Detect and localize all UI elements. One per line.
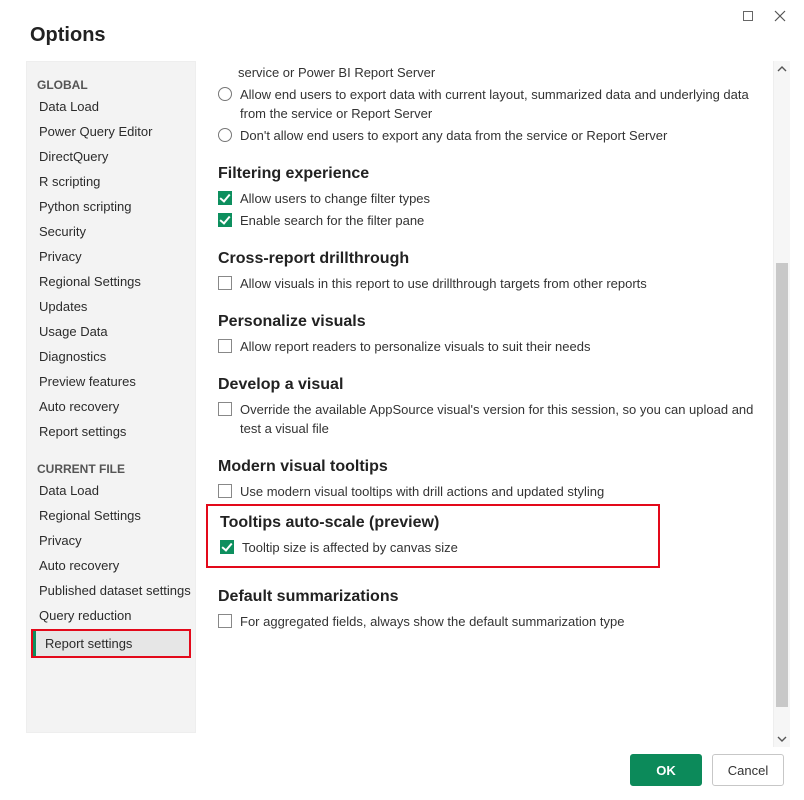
ok-button[interactable]: OK (630, 754, 702, 786)
check-crossreport[interactable]: Allow visuals in this report to use dril… (206, 274, 770, 293)
sidebar-item-data-load[interactable]: Data Load (27, 94, 195, 119)
sidebar-group-global: GLOBAL (27, 70, 195, 94)
check-filter-types[interactable]: Allow users to change filter types (206, 189, 770, 208)
sidebar-item-cf-privacy[interactable]: Privacy (27, 528, 195, 553)
check-develop-label: Override the available AppSource visual'… (240, 400, 770, 438)
sidebar-item-report-settings-global[interactable]: Report settings (27, 419, 195, 444)
sidebar-item-python-scripting[interactable]: Python scripting (27, 194, 195, 219)
sidebar-item-r-scripting[interactable]: R scripting (27, 169, 195, 194)
heading-crossreport: Cross-report drillthrough (218, 250, 770, 268)
highlight-annotation: Tooltips auto-scale (preview) Tooltip si… (206, 504, 660, 568)
options-sidebar: GLOBAL Data Load Power Query Editor Dire… (26, 61, 196, 733)
sidebar-item-security[interactable]: Security (27, 219, 195, 244)
checkbox-icon (218, 484, 232, 498)
sidebar-item-auto-recovery[interactable]: Auto recovery (27, 394, 195, 419)
sidebar-item-cf-auto-recovery[interactable]: Auto recovery (27, 553, 195, 578)
radio-icon (218, 87, 232, 101)
checkbox-icon (218, 213, 232, 227)
checkbox-icon (218, 339, 232, 353)
sidebar-item-cf-regional-settings[interactable]: Regional Settings (27, 503, 195, 528)
close-button[interactable] (770, 6, 790, 26)
check-filter-types-label: Allow users to change filter types (240, 189, 770, 208)
export-radio-allow-all[interactable]: Allow end users to export data with curr… (206, 85, 770, 123)
sidebar-item-cf-query-reduction[interactable]: Query reduction (27, 603, 195, 628)
sidebar-item-diagnostics[interactable]: Diagnostics (27, 344, 195, 369)
check-modern-tooltips[interactable]: Use modern visual tooltips with drill ac… (206, 482, 770, 501)
heading-filtering: Filtering experience (218, 165, 770, 183)
heading-default-summarizations: Default summarizations (218, 588, 770, 606)
checkbox-icon (218, 276, 232, 290)
export-radio-allow-all-label: Allow end users to export data with curr… (240, 85, 770, 123)
dialog-footer: OK Cancel (630, 754, 784, 786)
sidebar-item-cf-published-dataset[interactable]: Published dataset settings (27, 578, 195, 603)
sidebar-item-directquery[interactable]: DirectQuery (27, 144, 195, 169)
check-filter-search[interactable]: Enable search for the filter pane (206, 211, 770, 230)
dialog-header: Options (0, 0, 804, 61)
maximize-button[interactable] (738, 6, 758, 26)
options-content: service or Power BI Report Server Allow … (206, 61, 788, 733)
checkbox-icon (218, 191, 232, 205)
sidebar-item-regional-settings[interactable]: Regional Settings (27, 269, 195, 294)
window-controls (738, 0, 804, 42)
check-tooltip-autoscale[interactable]: Tooltip size is affected by canvas size (208, 538, 658, 557)
export-option-fragment: service or Power BI Report Server (206, 63, 770, 82)
check-filter-search-label: Enable search for the filter pane (240, 211, 770, 230)
check-default-summarization-label: For aggregated fields, always show the d… (240, 612, 770, 631)
dialog-title: Options (30, 24, 804, 47)
check-tooltip-autoscale-label: Tooltip size is affected by canvas size (242, 538, 658, 557)
sidebar-item-usage-data[interactable]: Usage Data (27, 319, 195, 344)
checkbox-icon (218, 402, 232, 416)
scroll-up-button[interactable] (774, 61, 790, 77)
check-develop[interactable]: Override the available AppSource visual'… (206, 400, 770, 438)
heading-modern-tooltips: Modern visual tooltips (218, 458, 770, 476)
sidebar-item-preview-features[interactable]: Preview features (27, 369, 195, 394)
check-personalize-label: Allow report readers to personalize visu… (240, 337, 770, 356)
export-radio-none[interactable]: Don't allow end users to export any data… (206, 126, 770, 145)
sidebar-group-current-file: CURRENT FILE (27, 454, 195, 478)
radio-icon (218, 128, 232, 142)
scroll-down-button[interactable] (774, 731, 790, 747)
export-radio-none-label: Don't allow end users to export any data… (240, 126, 770, 145)
checkbox-icon (220, 540, 234, 554)
sidebar-item-power-query-editor[interactable]: Power Query Editor (27, 119, 195, 144)
content-scrollbar[interactable] (773, 61, 790, 747)
cancel-button[interactable]: Cancel (712, 754, 784, 786)
sidebar-item-updates[interactable]: Updates (27, 294, 195, 319)
checkbox-icon (218, 614, 232, 628)
options-dialog: Options GLOBAL Data Load Power Query Edi… (0, 0, 804, 800)
scroll-thumb[interactable] (776, 263, 788, 707)
check-personalize[interactable]: Allow report readers to personalize visu… (206, 337, 770, 356)
heading-personalize: Personalize visuals (218, 313, 770, 331)
check-default-summarization[interactable]: For aggregated fields, always show the d… (206, 612, 770, 631)
check-crossreport-label: Allow visuals in this report to use dril… (240, 274, 770, 293)
heading-develop: Develop a visual (218, 376, 770, 394)
check-modern-tooltips-label: Use modern visual tooltips with drill ac… (240, 482, 770, 501)
sidebar-item-privacy[interactable]: Privacy (27, 244, 195, 269)
sidebar-item-cf-report-settings[interactable]: Report settings (33, 631, 189, 656)
highlight-annotation: Report settings (31, 629, 191, 658)
sidebar-item-cf-data-load[interactable]: Data Load (27, 478, 195, 503)
heading-tooltip-autoscale: Tooltips auto-scale (preview) (220, 514, 658, 532)
